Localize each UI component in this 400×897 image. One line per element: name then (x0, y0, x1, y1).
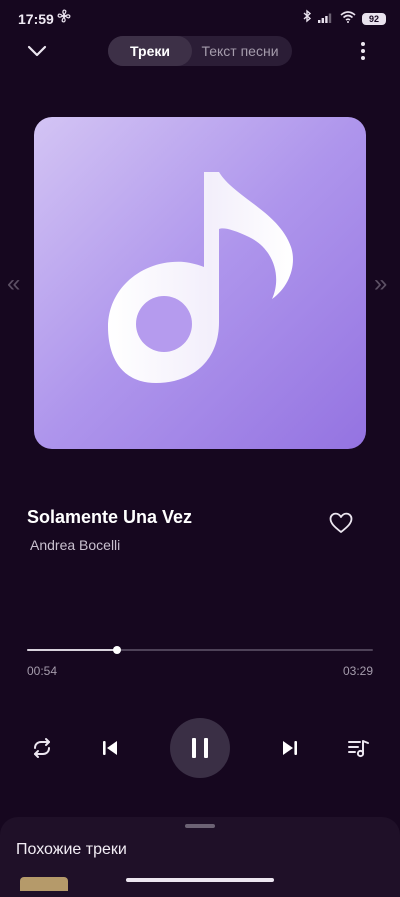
gesture-bar[interactable] (126, 878, 274, 882)
album-cover (34, 117, 366, 449)
more-dot (361, 42, 365, 46)
track-artist[interactable]: Andrea Bocelli (30, 537, 120, 553)
next-icon (283, 741, 297, 755)
view-tabs: Треки Текст песни (108, 36, 292, 66)
status-icons: 92 (302, 9, 386, 28)
progress-fill (27, 649, 117, 651)
tab-tracks[interactable]: Треки (108, 36, 192, 66)
status-time: 17:59 (18, 11, 54, 27)
repeat-button[interactable] (26, 732, 58, 764)
next-track-button[interactable] (274, 732, 306, 764)
previous-icon (103, 741, 117, 755)
like-button[interactable] (328, 510, 354, 536)
sheet-drag-handle[interactable] (185, 824, 215, 828)
more-dot (361, 56, 365, 60)
bluetooth-icon (302, 9, 312, 28)
wifi-icon (340, 10, 356, 28)
track-title: Solamente Una Vez (27, 507, 193, 527)
chevron-down-icon (27, 45, 47, 57)
repeat-icon (34, 738, 50, 758)
playlist-icon (348, 740, 369, 758)
pause-button[interactable] (170, 718, 230, 778)
sheet-title: Похожие треки (16, 841, 127, 858)
fan-icon (57, 9, 71, 28)
pause-icon (192, 738, 196, 758)
tab-lyrics[interactable]: Текст песни (192, 36, 292, 66)
music-note-icon (108, 172, 293, 383)
previous-cover-arrow[interactable]: « (7, 270, 20, 298)
progress-handle[interactable] (113, 646, 121, 654)
battery-icon: 92 (362, 12, 386, 25)
collapse-button[interactable] (24, 38, 50, 64)
pause-icon (204, 738, 208, 758)
heart-icon (329, 512, 353, 533)
more-options-button[interactable] (356, 40, 370, 62)
next-cover-arrow[interactable]: » (374, 270, 387, 298)
elapsed-time: 00:54 (27, 664, 58, 678)
previous-track-button[interactable] (94, 732, 126, 764)
queue-button[interactable] (342, 732, 374, 764)
signal-icon (318, 10, 334, 28)
more-dot (361, 49, 365, 53)
total-time: 03:29 (342, 664, 373, 678)
